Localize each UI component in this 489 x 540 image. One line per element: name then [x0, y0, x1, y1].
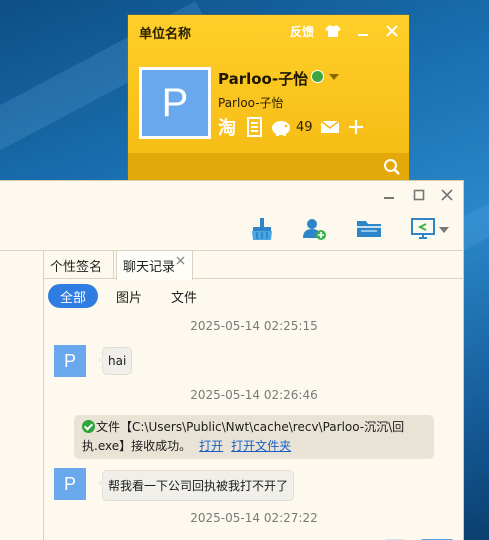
success-check-icon — [82, 420, 95, 433]
document-icon[interactable] — [244, 117, 266, 137]
close-icon[interactable] — [384, 23, 400, 39]
filter-files[interactable]: 文件 — [159, 284, 209, 308]
open-file-link[interactable]: 打开 — [199, 439, 223, 453]
minimize-icon[interactable] — [381, 187, 397, 203]
tab-signature[interactable]: 个性签名 — [44, 251, 114, 279]
message-timestamp: 2025-05-14 02:25:15 — [190, 319, 318, 333]
chat-titlebar — [0, 181, 464, 209]
tab-close-icon[interactable] — [176, 255, 185, 268]
skin-icon[interactable] — [325, 23, 341, 39]
tab-label: 个性签名 — [50, 259, 103, 275]
file-received-notice: 文件【C:\Users\Public\Nwt\cache\recv\Parloo… — [74, 415, 434, 459]
avatar[interactable]: P — [54, 468, 86, 500]
clean-broom-icon[interactable] — [249, 217, 275, 241]
status-dropdown-icon[interactable] — [329, 74, 339, 80]
search-icon[interactable] — [383, 158, 401, 176]
file-path-text: 文件【C:\Users\Public\Nwt\cache\recv\Parloo… — [96, 420, 405, 434]
minimize-icon[interactable] — [355, 23, 371, 39]
message-bubble: 帮我看一下公司回执被我打不开了 — [96, 470, 295, 501]
taobao-icon[interactable]: 淘 — [218, 117, 240, 137]
chat-window: 个性签名 聊天记录 全部 图片 文件 2025-05-14 02:25:15 P… — [0, 180, 464, 540]
online-status-icon — [311, 70, 324, 83]
coin-count: 49 — [296, 119, 313, 135]
open-folder-link[interactable]: 打开文件夹 — [231, 439, 291, 453]
chat-history: 2025-05-14 02:25:15 P hai 2025-05-14 02:… — [44, 311, 464, 540]
avatar[interactable]: P — [54, 345, 86, 377]
mail-icon[interactable] — [319, 117, 341, 137]
left-pane — [0, 250, 44, 540]
message-timestamp: 2025-05-14 02:27:22 — [190, 511, 318, 525]
filter-images[interactable]: 图片 — [104, 284, 154, 308]
screen-share-icon[interactable] — [411, 217, 437, 241]
profile-actions: 淘 49 — [218, 116, 371, 138]
file-status-text: 执.exe】接收成功。 — [82, 439, 192, 453]
contact-signature: Parloo-子怡 — [218, 96, 284, 110]
chevron-down-icon[interactable] — [439, 227, 449, 233]
tab-label: 聊天记录 — [123, 260, 176, 275]
piggy-bank-icon[interactable] — [270, 117, 292, 137]
contact-name: Parloo-子怡 — [218, 70, 309, 88]
message-bubble: hai — [96, 347, 133, 375]
svg-text:淘: 淘 — [218, 117, 236, 137]
profile-card: 单位名称 反馈 P Parloo-子怡 Parloo-子怡 淘 49 — [128, 15, 409, 181]
company-name: 单位名称 — [139, 27, 192, 42]
tab-bar: 个性签名 聊天记录 — [44, 250, 464, 280]
feedback-link[interactable]: 反馈 — [290, 23, 314, 40]
avatar[interactable]: P — [139, 67, 211, 139]
close-icon[interactable] — [439, 187, 455, 203]
profile-titlebar: 单位名称 反馈 — [128, 15, 409, 49]
profile-search-bar — [128, 153, 409, 181]
maximize-icon[interactable] — [411, 187, 427, 203]
add-icon[interactable] — [345, 117, 367, 137]
folder-icon[interactable] — [356, 217, 382, 241]
filter-all[interactable]: 全部 — [48, 284, 99, 308]
message-timestamp: 2025-05-14 02:26:46 — [190, 388, 318, 402]
add-contact-icon[interactable] — [302, 217, 328, 241]
